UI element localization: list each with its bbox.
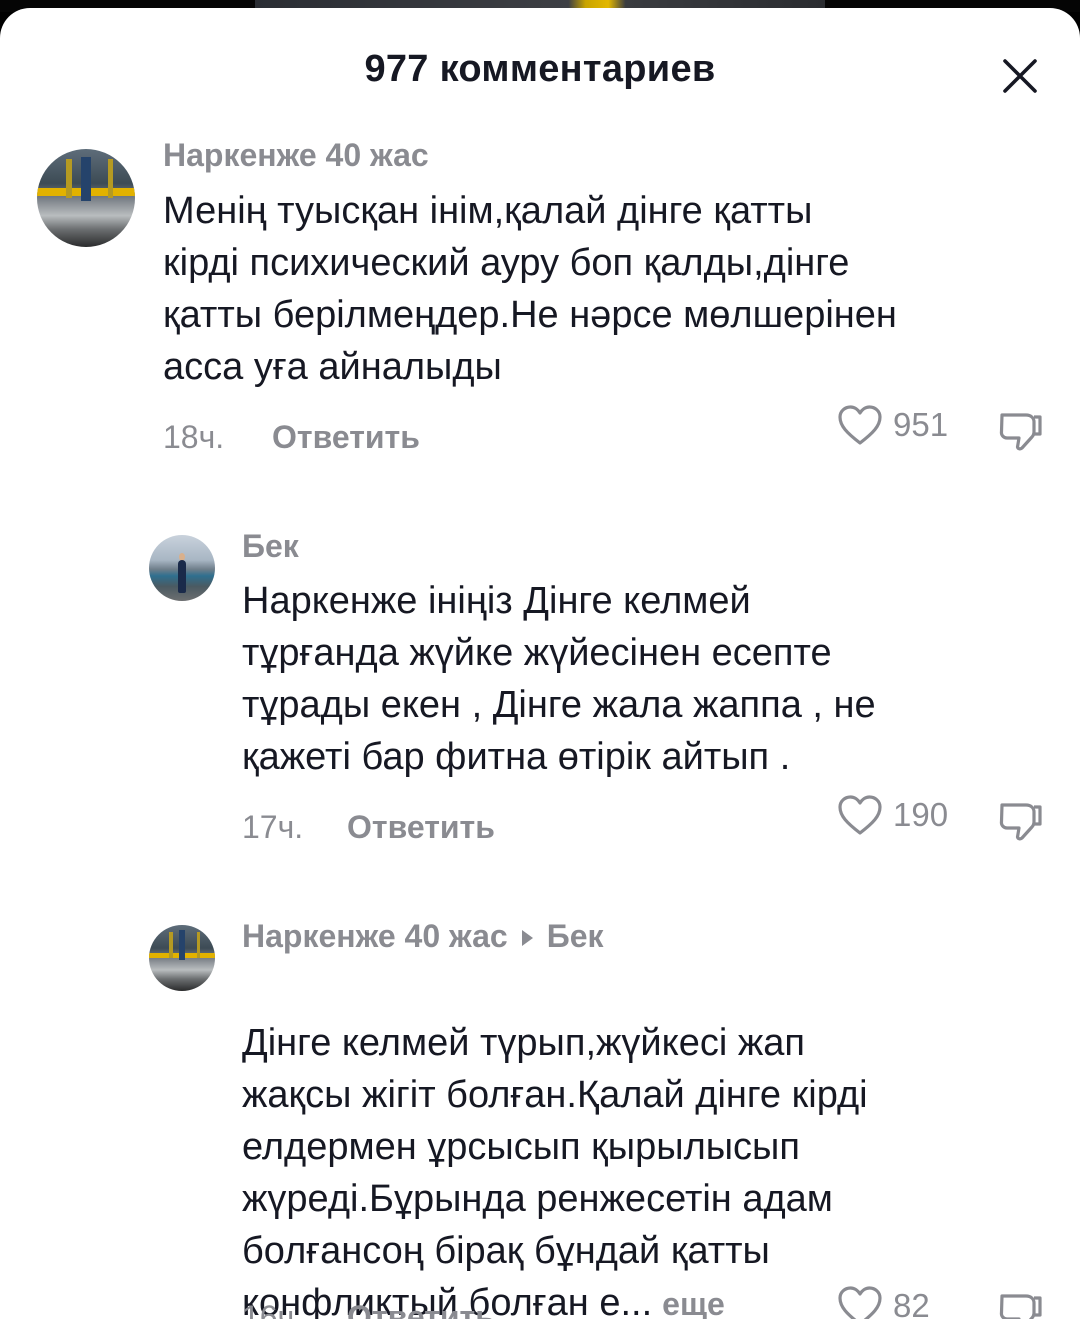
comment-text: Дінге келмей түрып,жүйкесі жап жақсы жіг… — [242, 965, 868, 1319]
reply-arrow-icon — [521, 929, 533, 946]
like-button[interactable]: 82 — [837, 1285, 930, 1319]
see-more-link[interactable]: еще — [662, 1286, 725, 1319]
reply-to-name[interactable]: Бек — [547, 918, 604, 954]
thumbs-down-outline-icon — [999, 1294, 1042, 1319]
comment-text-body: Дінге келмей түрып,жүйкесі жап жақсы жіг… — [242, 1022, 868, 1319]
reply-button[interactable]: Ответить — [347, 1299, 495, 1319]
comment-time: 16ч. — [242, 1299, 304, 1319]
comment-author: Наркенже 40 жас Бек — [242, 918, 604, 955]
avatar[interactable] — [149, 925, 215, 991]
heart-outline-icon — [838, 1286, 882, 1319]
dislike-button[interactable] — [996, 1291, 1044, 1319]
comment-author-name[interactable]: Наркенже 40 жас — [242, 918, 508, 954]
like-count: 82 — [893, 1287, 930, 1319]
comments-sheet: 977 комментариев Наркенже 40 жас Менің т… — [0, 8, 1080, 1319]
reply-comment-item: Наркенже 40 жас Бек Дінге келмей түрып,жү… — [0, 8, 1080, 1319]
